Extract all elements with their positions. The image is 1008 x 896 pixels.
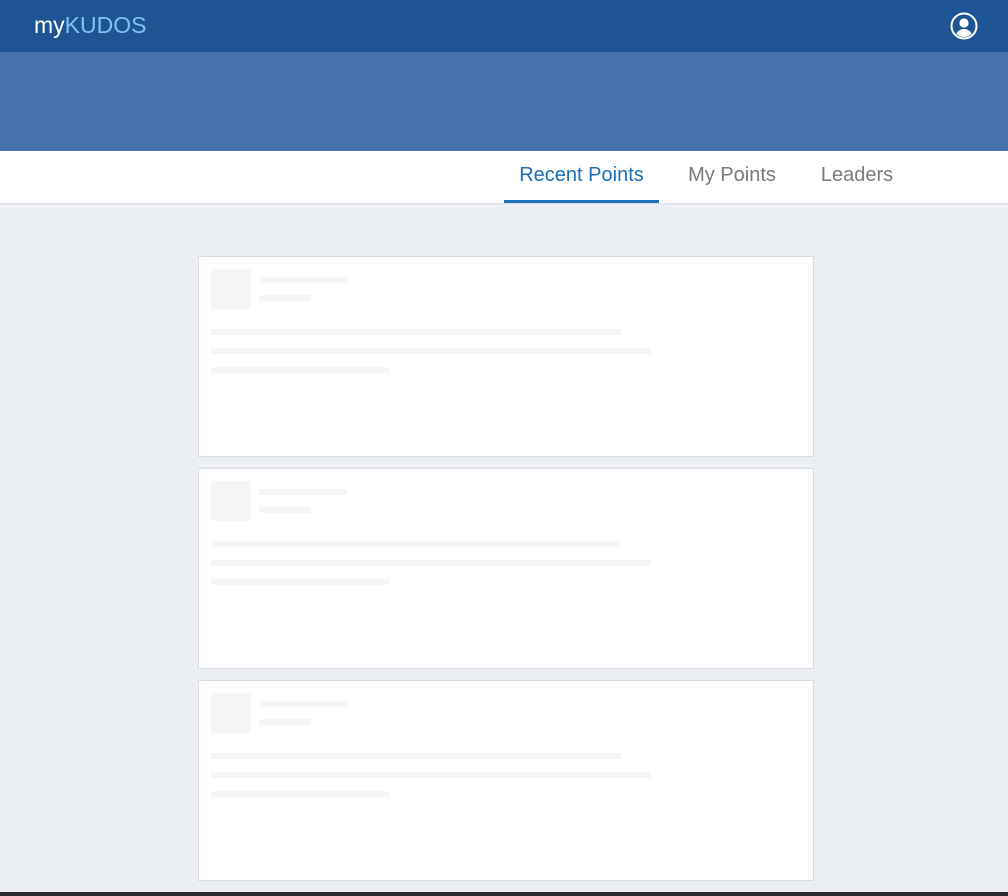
brand-suffix: KUDOS [64, 12, 147, 38]
meta-placeholder [259, 507, 311, 513]
tab-recent-points[interactable]: Recent Points [504, 151, 659, 203]
hero-banner [0, 52, 1008, 151]
avatar-placeholder [211, 693, 251, 733]
text-line-placeholder [211, 579, 389, 585]
meta-placeholder [259, 719, 311, 725]
brand-prefix: my [34, 12, 65, 38]
meta-placeholder [259, 295, 311, 301]
window-bottom-edge [0, 892, 1008, 896]
name-placeholder [259, 277, 347, 283]
placeholder-card [198, 468, 814, 669]
placeholder-card [198, 256, 814, 457]
text-line-placeholder [211, 367, 389, 373]
user-account-icon [950, 12, 978, 40]
tab-my-points[interactable]: My Points [676, 151, 788, 203]
text-line-placeholder [211, 560, 651, 566]
text-line-placeholder [211, 791, 389, 797]
app-logo[interactable]: myKUDOS [34, 12, 146, 38]
avatar-placeholder [211, 481, 251, 521]
top-navigation-bar: myKUDOS [0, 0, 1008, 52]
name-placeholder [259, 489, 347, 495]
tab-bar: Recent Points My Points Leaders [0, 151, 1008, 204]
tab-leaders[interactable]: Leaders [806, 151, 908, 203]
avatar-placeholder [211, 269, 251, 309]
text-line-placeholder [211, 753, 621, 759]
text-line-placeholder [211, 541, 621, 547]
text-line-placeholder [211, 772, 651, 778]
placeholder-card [198, 680, 814, 881]
name-placeholder [259, 701, 347, 707]
user-account-button[interactable] [950, 12, 978, 40]
text-line-placeholder [211, 329, 621, 335]
text-line-placeholder [211, 348, 651, 354]
